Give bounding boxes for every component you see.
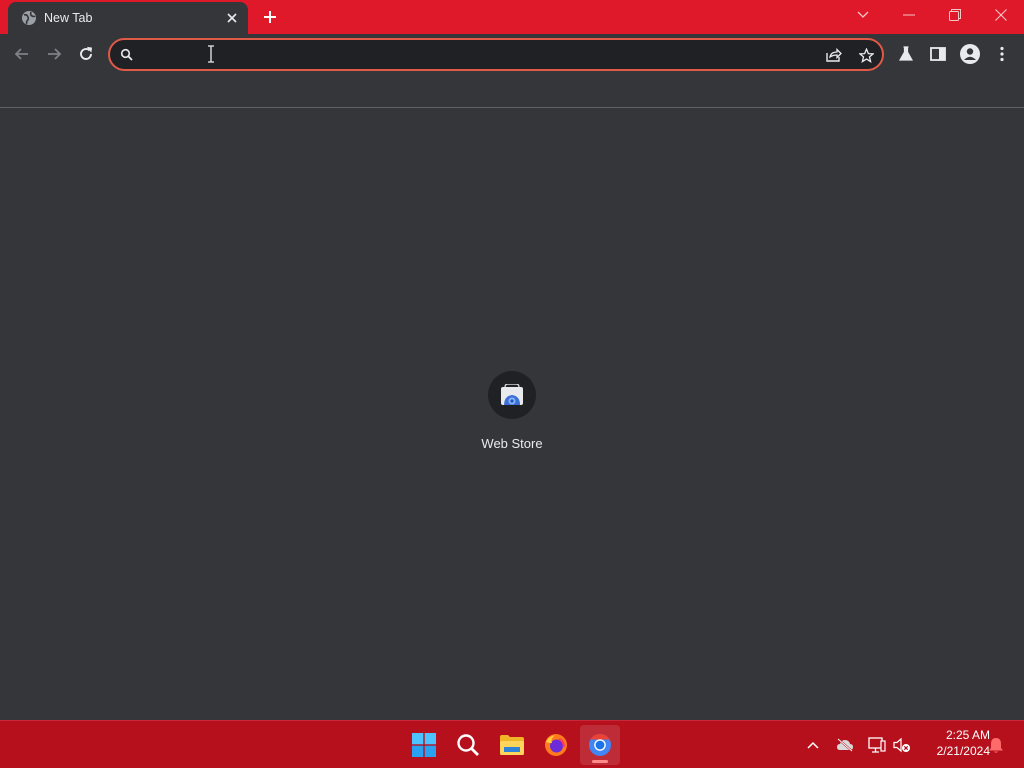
- reload-button[interactable]: [71, 39, 101, 69]
- web-store-icon: [501, 384, 523, 405]
- search-icon: [120, 48, 134, 62]
- share-icon: [826, 48, 842, 62]
- new-tab-page: Web Store: [0, 109, 1024, 720]
- restore-icon: [949, 9, 961, 21]
- bell-icon: [989, 737, 1003, 753]
- close-icon: [995, 9, 1007, 21]
- arrow-right-icon: [48, 48, 62, 60]
- taskbar-chrome[interactable]: [580, 725, 620, 765]
- tab-close-button[interactable]: [222, 8, 242, 28]
- taskbar-search-button[interactable]: [448, 725, 488, 765]
- close-icon: [227, 13, 237, 23]
- text-cursor-icon: [206, 45, 216, 63]
- clock-date: 2/21/2024: [936, 744, 990, 758]
- chrome-icon: [589, 734, 611, 756]
- shortcut-web-store[interactable]: Web Store: [472, 367, 552, 463]
- firefox-icon: [545, 734, 567, 756]
- bookmarks-bar: [0, 74, 1024, 108]
- toolbar: [0, 34, 1024, 74]
- chrome-menu-button[interactable]: [987, 39, 1017, 69]
- address-bar-input[interactable]: [142, 43, 812, 67]
- volume-muted-icon: [893, 737, 910, 753]
- close-window-button[interactable]: [978, 0, 1024, 30]
- shortcut-icon-container: [488, 371, 536, 419]
- tab-search-button[interactable]: [840, 0, 886, 30]
- tray-overflow-button[interactable]: [801, 733, 825, 757]
- shortcut-label: Web Store: [481, 436, 543, 451]
- minimize-button[interactable]: [886, 0, 932, 30]
- flask-icon: [898, 46, 914, 61]
- minimize-icon: [903, 14, 915, 16]
- chevron-down-icon: [857, 11, 869, 18]
- new-tab-button[interactable]: [256, 4, 284, 30]
- forward-button[interactable]: [39, 39, 69, 69]
- profile-button[interactable]: [955, 39, 985, 69]
- arrow-left-icon: [14, 48, 28, 60]
- restore-button[interactable]: [932, 0, 978, 30]
- chevron-up-icon: [807, 741, 819, 749]
- taskbar-start-button[interactable]: [404, 725, 444, 765]
- kebab-menu-icon: [1000, 46, 1004, 62]
- profile-icon: [960, 44, 980, 64]
- network-icon: [868, 737, 886, 753]
- tab-title: New Tab: [44, 11, 93, 25]
- bookmark-star-button[interactable]: [855, 44, 877, 66]
- taskbar-file-explorer[interactable]: [492, 725, 532, 765]
- notifications-button[interactable]: [984, 733, 1008, 757]
- share-button[interactable]: [823, 44, 845, 66]
- tab-new-tab[interactable]: New Tab: [8, 2, 248, 34]
- plus-icon: [264, 11, 276, 23]
- reload-icon: [80, 46, 93, 60]
- cloud-off-icon: [837, 738, 853, 752]
- labs-button[interactable]: [891, 39, 921, 69]
- search-icon: [457, 734, 479, 756]
- tray-network[interactable]: [865, 733, 889, 757]
- tray-onedrive[interactable]: [833, 733, 857, 757]
- back-button[interactable]: [7, 39, 37, 69]
- clock-time: 2:25 AM: [945, 728, 990, 742]
- taskbar-firefox[interactable]: [536, 725, 576, 765]
- taskbar-clock[interactable]: 2:25 AM 2/21/2024: [918, 727, 990, 759]
- tray-volume[interactable]: [890, 733, 914, 757]
- folder-icon: [500, 735, 524, 755]
- star-icon: [858, 47, 874, 63]
- taskbar: 2:25 AM 2/21/2024: [0, 720, 1024, 768]
- active-app-indicator: [592, 760, 608, 763]
- windows-start-icon: [412, 733, 436, 757]
- omnibox[interactable]: [108, 38, 884, 71]
- side-panel-icon: [930, 47, 946, 61]
- tab-strip: New Tab: [0, 0, 1024, 34]
- globe-icon: [21, 10, 37, 26]
- side-panel-button[interactable]: [923, 39, 953, 69]
